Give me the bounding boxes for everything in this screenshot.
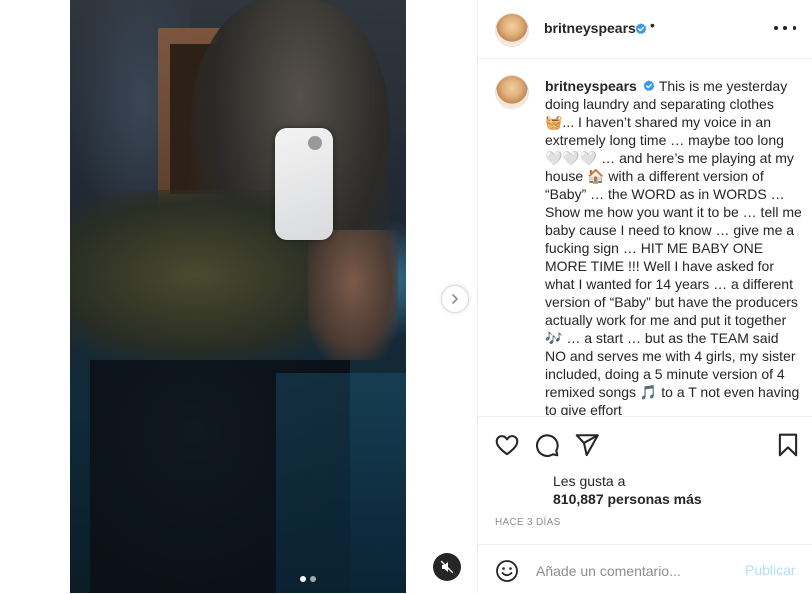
header-separator: • <box>650 17 655 33</box>
likes-prefix: Les gusta a <box>553 473 626 489</box>
more-icon <box>792 26 796 30</box>
avatar[interactable] <box>495 13 529 47</box>
likes-summary[interactable]: Les gusta a 810,887 personas más <box>553 472 702 508</box>
likes-count[interactable]: 810,887 personas más <box>553 491 702 507</box>
verified-badge <box>631 21 647 39</box>
verified-icon <box>643 80 655 92</box>
video-hand <box>308 230 398 360</box>
chevron-right-icon <box>452 294 458 304</box>
share-icon <box>575 434 599 457</box>
video-phone <box>275 128 333 240</box>
more-options-button[interactable] <box>774 19 796 37</box>
verified-icon <box>635 23 647 35</box>
mute-icon <box>440 560 454 574</box>
like-button[interactable] <box>494 432 520 458</box>
username-link[interactable]: britneyspears <box>544 20 636 36</box>
mute-button[interactable] <box>433 553 461 581</box>
caption-text: This is me yesterday doing laundry and s… <box>545 78 802 415</box>
next-slide-button[interactable] <box>441 285 469 313</box>
emoji-icon <box>496 560 518 582</box>
save-button[interactable] <box>775 432 801 458</box>
comment-input[interactable] <box>534 558 738 584</box>
more-icon <box>783 26 787 30</box>
share-button[interactable] <box>574 432 600 458</box>
post-video[interactable] <box>70 0 406 593</box>
carousel-indicator <box>300 576 316 582</box>
heart-icon <box>495 435 519 456</box>
post-panel: britneyspears • britneyspears This is me… <box>477 0 812 593</box>
comment-bar: Publicar <box>478 544 812 594</box>
caption: britneyspears This is me yesterday doing… <box>545 77 803 415</box>
caption-avatar[interactable] <box>495 75 529 109</box>
emoji-button[interactable] <box>495 559 519 583</box>
video-phone-camera <box>308 136 322 150</box>
caption-username[interactable]: britneyspears <box>545 78 637 94</box>
media-area <box>0 0 477 593</box>
action-bar <box>478 416 812 473</box>
video-floor <box>276 373 406 593</box>
comment-button[interactable] <box>534 432 560 458</box>
comment-icon <box>536 434 559 457</box>
post-header: britneyspears • <box>478 0 812 59</box>
publish-button[interactable]: Publicar <box>745 562 796 578</box>
caption-area[interactable]: britneyspears This is me yesterday doing… <box>478 59 812 415</box>
carousel-dot <box>310 576 316 582</box>
more-icon <box>774 26 778 30</box>
bookmark-icon <box>778 433 798 457</box>
post-timestamp[interactable]: HACE 3 DÍAS <box>495 517 561 528</box>
carousel-dot-active <box>300 576 306 582</box>
